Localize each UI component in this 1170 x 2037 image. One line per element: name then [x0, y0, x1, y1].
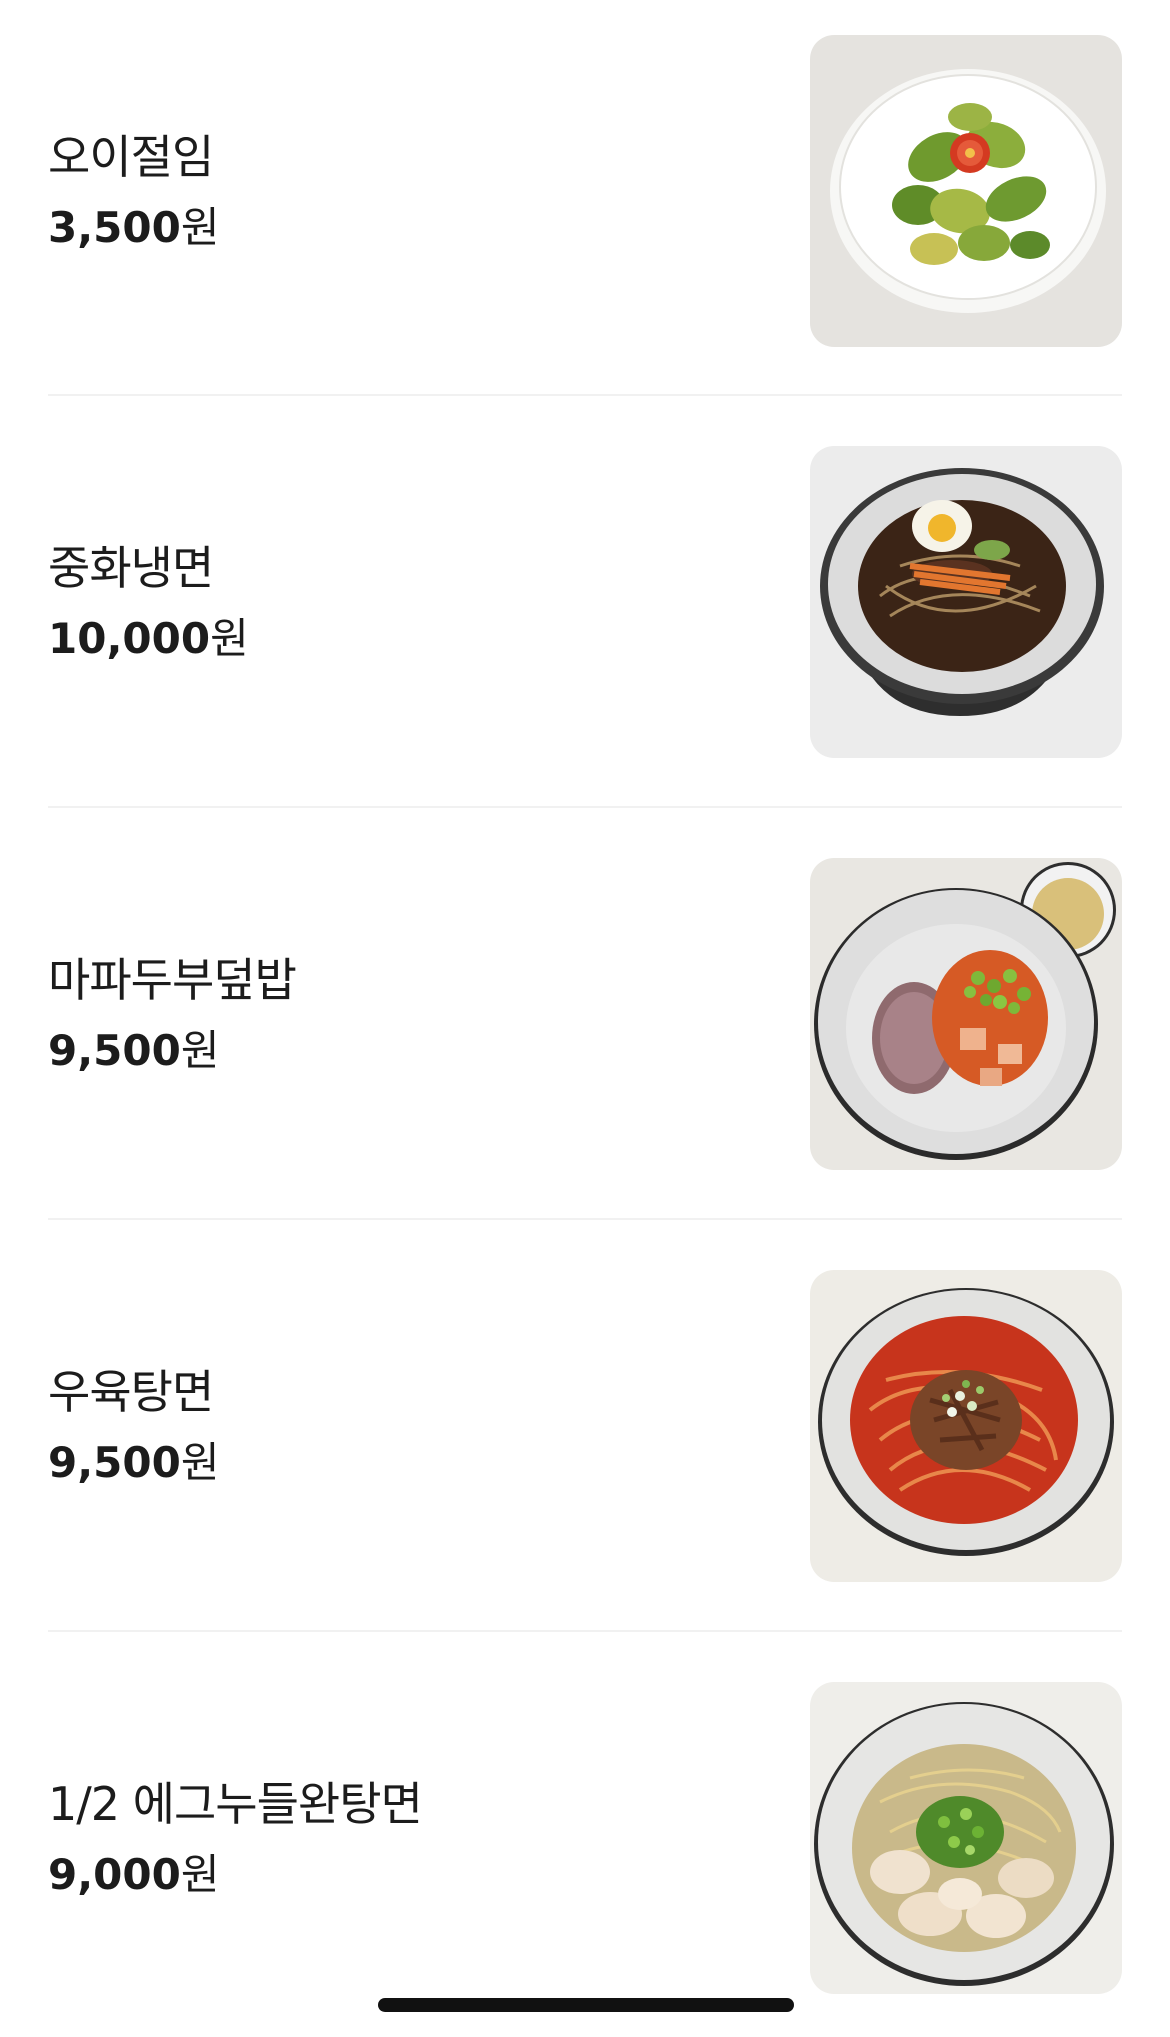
menu-item-text: 1/2 에그누들완탕면 9,000원	[48, 1682, 423, 1994]
mapo-tofu-rice-photo	[810, 858, 1122, 1170]
price-unit: 원	[180, 203, 220, 252]
menu-item-wonton-egg-noodle[interactable]: 1/2 에그누들완탕면 9,000원	[48, 1682, 1122, 1994]
divider	[48, 394, 1122, 396]
menu-item-cucumber-pickle[interactable]: 오이절임 3,500원	[48, 35, 1122, 347]
price-unit: 원	[210, 614, 249, 663]
price-value: 9,500	[48, 1026, 181, 1075]
menu-item-name: 오이절임	[48, 130, 214, 184]
menu-item-name: 중화냉면	[48, 541, 214, 595]
divider	[48, 806, 1122, 808]
beef-noodle-soup-photo	[810, 1270, 1122, 1582]
wonton-egg-noodle-photo	[810, 1682, 1122, 1994]
divider	[48, 1630, 1122, 1632]
menu-item-price: 9,500원	[48, 1435, 220, 1491]
menu-item-price: 9,500원	[48, 1023, 296, 1079]
price-value: 9,000	[48, 1850, 181, 1899]
price-value: 10,000	[48, 614, 211, 663]
home-indicator[interactable]	[378, 1998, 794, 2012]
menu-item-price: 10,000원	[48, 611, 249, 667]
menu-item-text: 마파두부덮밥 9,500원	[48, 858, 297, 1170]
menu-item-text: 우육탕면 9,500원	[48, 1270, 220, 1582]
price-value: 3,500	[48, 203, 181, 252]
price-unit: 원	[180, 1026, 220, 1075]
price-unit: 원	[180, 1438, 220, 1487]
menu-item-mapo-tofu-rice[interactable]: 마파두부덮밥 9,500원	[48, 858, 1122, 1170]
menu-item-chinese-cold-noodle[interactable]: 중화냉면 10,000원	[48, 446, 1122, 758]
menu-item-name: 마파두부덮밥	[48, 953, 297, 1007]
divider	[48, 1218, 1122, 1220]
price-unit: 원	[180, 1850, 220, 1899]
menu-item-price: 9,000원	[48, 1847, 422, 1903]
menu-item-name: 우육탕면	[48, 1365, 214, 1419]
chinese-cold-noodle-photo	[810, 446, 1122, 758]
price-value: 9,500	[48, 1438, 181, 1487]
menu-item-price: 3,500원	[48, 200, 220, 256]
cucumber-pickle-photo	[810, 35, 1122, 347]
menu-item-beef-noodle-soup[interactable]: 우육탕면 9,500원	[48, 1270, 1122, 1582]
menu-item-text: 오이절임 3,500원	[48, 35, 220, 347]
menu-item-text: 중화냉면 10,000원	[48, 446, 249, 758]
menu-item-name: 1/2 에그누들완탕면	[48, 1777, 423, 1831]
